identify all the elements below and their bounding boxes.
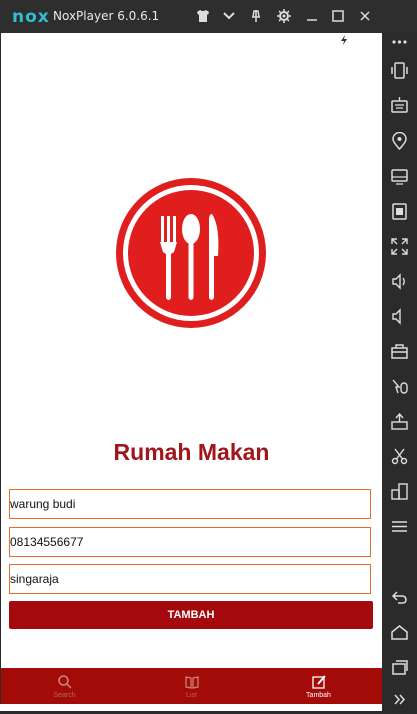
fullscreen-icon[interactable]: [390, 237, 409, 256]
restaurant-name-input[interactable]: warung budi: [9, 489, 371, 519]
title-bar: nox NoxPlayer 6.0.6.1: [0, 0, 417, 33]
screen-icon[interactable]: [390, 167, 409, 186]
scissors-icon[interactable]: [390, 447, 409, 466]
multi-window-icon[interactable]: [390, 482, 409, 501]
back-icon[interactable]: [390, 588, 409, 607]
emulator-toolbar: [382, 33, 417, 711]
menu-icon[interactable]: [390, 517, 409, 536]
restaurant-name-value: warung budi: [10, 497, 76, 511]
nav-label-tambah: Tambah: [306, 692, 331, 699]
bottom-strip: [0, 704, 382, 711]
gear-icon[interactable]: [276, 8, 292, 24]
minimize-icon[interactable]: [304, 8, 320, 24]
recent-apps-icon[interactable]: [390, 658, 409, 677]
shirt-icon[interactable]: [195, 8, 211, 24]
bottom-navigation: Search List Tambah: [1, 668, 382, 704]
window-title: NoxPlayer 6.0.6.1: [53, 9, 160, 23]
more-icon[interactable]: [390, 33, 409, 52]
restaurant-logo-icon: [114, 176, 268, 335]
nox-logo: nox: [12, 7, 50, 27]
search-icon: [57, 675, 72, 689]
volume-down-icon[interactable]: [390, 307, 409, 326]
phone-input[interactable]: 08134556677: [9, 527, 371, 557]
macro-icon[interactable]: [390, 377, 409, 396]
shake-icon[interactable]: [390, 61, 409, 80]
home-icon[interactable]: [390, 623, 409, 642]
android-screen: Rumah Makan warung budi 08134556677 sing…: [1, 33, 382, 704]
toolbox-icon[interactable]: [390, 342, 409, 361]
book-icon: [184, 676, 199, 689]
screenshot-icon[interactable]: [390, 202, 409, 221]
volume-up-icon[interactable]: [390, 272, 409, 291]
nav-item-tambah[interactable]: Tambah: [255, 668, 382, 704]
apk-install-icon[interactable]: [390, 412, 409, 431]
close-icon[interactable]: [357, 8, 373, 24]
pin-icon[interactable]: [248, 8, 264, 24]
nav-label-search: Search: [53, 692, 76, 699]
city-value: singaraja: [10, 572, 59, 586]
city-input[interactable]: singaraja: [9, 564, 371, 594]
nav-label-list: List: [186, 692, 197, 699]
chevron-down-icon[interactable]: [221, 8, 237, 24]
phone-value: 08134556677: [10, 535, 84, 549]
nav-item-list[interactable]: List: [128, 668, 255, 704]
nav-item-search[interactable]: Search: [1, 668, 128, 704]
maximize-icon[interactable]: [330, 8, 346, 24]
tambah-button[interactable]: TAMBAH: [9, 601, 373, 629]
keyboard-icon[interactable]: [390, 96, 409, 115]
battery-charging-icon: [340, 35, 348, 48]
edit-icon: [311, 675, 326, 689]
location-icon[interactable]: [390, 131, 409, 151]
expand-icon[interactable]: [390, 690, 409, 709]
app-title: Rumah Makan: [113, 439, 270, 465]
